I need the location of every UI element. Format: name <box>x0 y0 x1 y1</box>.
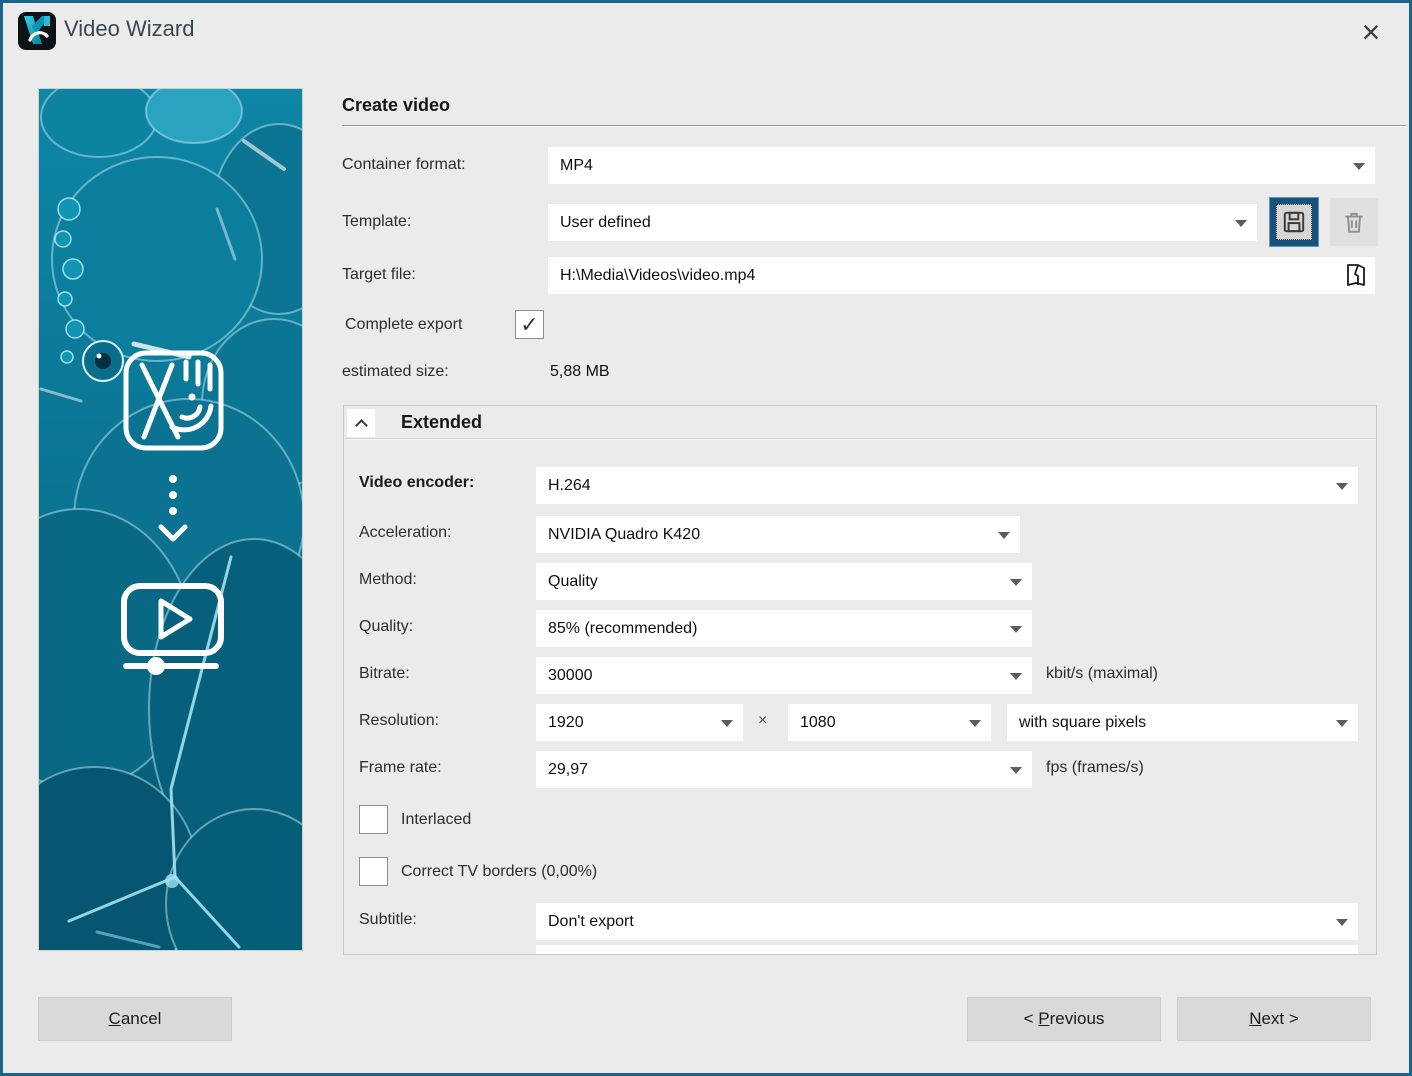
pixel-aspect-dropdown[interactable]: with square pixels <box>1007 704 1358 741</box>
dropdown-arrow-icon <box>1010 626 1022 633</box>
quality-dropdown[interactable]: 85% (recommended) <box>536 610 1032 647</box>
method-dropdown[interactable]: Quality <box>536 563 1032 600</box>
tv-borders-label: Correct TV borders (0,00%) <box>401 861 597 883</box>
target-file-label: Target file: <box>342 264 416 286</box>
extended-heading: Extended <box>401 412 482 433</box>
frame-rate-unit-label: fps (frames/s) <box>1046 757 1144 779</box>
acceleration-label: Acceleration: <box>359 522 452 544</box>
save-template-button[interactable] <box>1269 197 1319 247</box>
close-icon[interactable]: × <box>1346 8 1396 56</box>
resolution-label: Resolution: <box>359 710 439 732</box>
frame-rate-label: Frame rate: <box>359 757 442 779</box>
floppy-disk-icon <box>1281 209 1307 235</box>
trash-icon <box>1341 209 1367 235</box>
video-encoder-dropdown[interactable]: H.264 <box>536 467 1358 504</box>
complete-export-label: Complete export <box>345 314 462 336</box>
bitrate-unit-label: kbit/s (maximal) <box>1046 663 1158 685</box>
template-dropdown[interactable]: User defined <box>548 204 1257 241</box>
app-logo-icon <box>18 12 56 50</box>
cancel-button[interactable]: Cancel <box>38 997 232 1041</box>
target-file-input[interactable]: H:\Media\Videos\video.mp4 <box>548 257 1375 294</box>
dropdown-arrow-icon <box>721 720 733 727</box>
window-title: Video Wizard <box>64 16 194 42</box>
next-button[interactable]: Next > <box>1177 997 1371 1041</box>
resolution-height-dropdown[interactable]: 1080 <box>788 704 991 741</box>
dropdown-arrow-icon <box>1353 163 1365 170</box>
check-icon: ✓ <box>520 314 538 336</box>
collapse-extended-button[interactable] <box>347 409 375 437</box>
dropdown-arrow-icon <box>1336 483 1348 490</box>
bitrate-dropdown[interactable]: 30000 <box>536 657 1032 694</box>
previous-button[interactable]: < Previous <box>967 997 1161 1041</box>
dropdown-arrow-icon <box>969 720 981 727</box>
browse-file-button[interactable] <box>1342 261 1370 289</box>
estimated-size-label: estimated size: <box>342 361 449 383</box>
dropdown-arrow-icon <box>1010 579 1022 586</box>
video-encoder-label: Video encoder: <box>359 472 474 494</box>
delete-template-button[interactable] <box>1330 198 1378 246</box>
titlebar: Video Wizard × <box>0 0 1412 62</box>
complete-export-checkbox[interactable]: ✓ <box>515 310 544 339</box>
frame-rate-dropdown[interactable]: 29,97 <box>536 751 1032 788</box>
quality-label: Quality: <box>359 616 413 638</box>
dropdown-arrow-icon <box>1336 720 1348 727</box>
tv-borders-checkbox[interactable] <box>359 857 388 886</box>
interlaced-checkbox[interactable] <box>359 805 388 834</box>
estimated-size-value: 5,88 MB <box>550 361 610 383</box>
section-divider <box>342 125 1406 127</box>
resolution-width-dropdown[interactable]: 1920 <box>536 704 743 741</box>
subtitle-label: Subtitle: <box>359 909 417 931</box>
video-wizard-dialog: Video Wizard × <box>0 0 1412 1076</box>
clipped-next-control <box>536 945 1358 955</box>
preview-image <box>38 88 303 951</box>
folder-icon <box>1344 262 1368 288</box>
method-label: Method: <box>359 569 417 591</box>
bitrate-label: Bitrate: <box>359 663 410 685</box>
dropdown-arrow-icon <box>1336 919 1348 926</box>
dropdown-arrow-icon <box>1010 673 1022 680</box>
resolution-separator: × <box>758 710 767 732</box>
extended-section: Extended Video encoder: H.264 Accelerati… <box>343 405 1377 955</box>
dropdown-arrow-icon <box>1235 220 1247 227</box>
extended-divider <box>345 438 1376 440</box>
container-format-label: Container format: <box>342 154 466 176</box>
dropdown-arrow-icon <box>1010 767 1022 774</box>
template-label: Template: <box>342 211 411 233</box>
interlaced-label: Interlaced <box>401 809 471 831</box>
acceleration-dropdown[interactable]: NVIDIA Quadro K420 <box>536 516 1020 553</box>
chevron-up-icon <box>355 419 368 432</box>
dropdown-arrow-icon <box>998 532 1010 539</box>
container-format-dropdown[interactable]: MP4 <box>548 147 1375 184</box>
subtitle-dropdown[interactable]: Don't export <box>536 903 1358 940</box>
create-video-heading: Create video <box>342 95 450 116</box>
